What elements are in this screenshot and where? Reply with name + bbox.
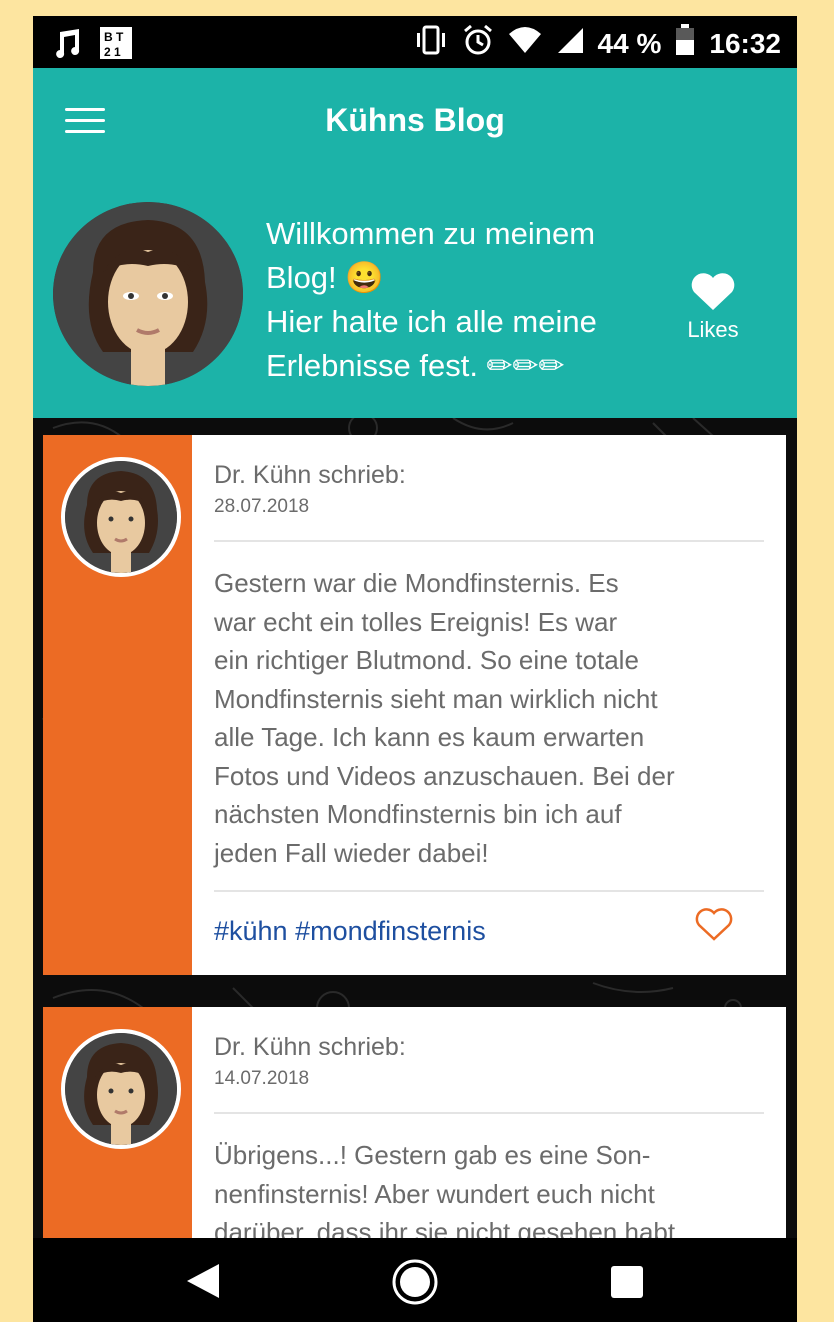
post-feed[interactable]: Dr. Kühn schrieb: 28.07.2018 Gestern war… bbox=[33, 418, 797, 1238]
svg-text:B T: B T bbox=[104, 30, 124, 44]
vibrate-icon bbox=[414, 25, 448, 62]
svg-text:2 1: 2 1 bbox=[104, 45, 121, 59]
post-card[interactable]: Dr. Kühn schrieb: 14.07.2018 Übrigens...… bbox=[43, 1007, 786, 1238]
welcome-line-1: Willkommen zu meinem bbox=[266, 216, 596, 251]
divider bbox=[214, 540, 764, 542]
battery-percent: 44 % bbox=[597, 27, 662, 59]
likes-button[interactable]: Likes bbox=[673, 272, 753, 343]
wifi-icon bbox=[508, 26, 542, 61]
post-content: Dr. Kühn schrieb: 14.07.2018 Übrigens...… bbox=[214, 1007, 764, 1238]
profile-avatar bbox=[53, 202, 243, 386]
post-body-line: ein richtiger Blutmond. So eine totale bbox=[214, 645, 639, 675]
blog-header: Willkommen zu meinem Blog! 😀 Hier halte … bbox=[33, 172, 797, 418]
divider bbox=[214, 1112, 764, 1114]
likes-label: Likes bbox=[687, 317, 739, 342]
post-body-line: darüber, dass ihr sie nicht gesehen habt bbox=[214, 1217, 676, 1238]
post-content: Dr. Kühn schrieb: 28.07.2018 Gestern war… bbox=[214, 435, 764, 962]
post-body-line: alle Tage. Ich kann es kaum erwarten bbox=[214, 722, 645, 752]
tag-link[interactable]: #kühn bbox=[214, 916, 288, 946]
post-body-line: Mondfinsternis sieht man wirklich nicht bbox=[214, 683, 658, 714]
phone-screen: B T 2 1 44 % 16:32 Kühns Blog Willkommen… bbox=[33, 16, 797, 1322]
welcome-line-3: Hier halte ich alle meine bbox=[266, 304, 597, 339]
post-body: Übrigens...! Gestern gab es eine Son- ne… bbox=[214, 1136, 764, 1238]
post-body-line: jeden Fall wieder dabei! bbox=[214, 837, 489, 868]
welcome-text: Willkommen zu meinem Blog! 😀 Hier halte … bbox=[266, 212, 666, 388]
post-date: 28.07.2018 bbox=[214, 496, 310, 517]
welcome-line-4: Erlebnisse fest. ✏✏✏ bbox=[266, 348, 565, 383]
post-body-line: nächsten Mondfinsternis bin ich auf bbox=[214, 799, 622, 829]
clock: 16:32 bbox=[709, 27, 781, 59]
recents-icon[interactable] bbox=[610, 1265, 644, 1304]
author-avatar bbox=[61, 1029, 181, 1149]
alarm-icon bbox=[462, 24, 494, 63]
back-icon[interactable] bbox=[185, 1262, 221, 1305]
bt21-icon: B T 2 1 bbox=[99, 26, 133, 65]
post-tags: #kühn #mondfinsternis bbox=[214, 916, 486, 947]
like-heart-icon[interactable] bbox=[694, 908, 734, 947]
post-body-line: Gestern war die Mondfinsternis. Es bbox=[214, 568, 619, 598]
system-nav-bar bbox=[33, 1238, 797, 1322]
tag-link[interactable]: #mondfinsternis bbox=[295, 916, 486, 946]
post-body: Gestern war die Mondfinsternis. Es war e… bbox=[214, 564, 764, 872]
app-bar: Kühns Blog bbox=[33, 68, 797, 172]
post-author: Dr. Kühn schrieb: bbox=[214, 1033, 406, 1061]
post-card[interactable]: Dr. Kühn schrieb: 28.07.2018 Gestern war… bbox=[43, 435, 786, 975]
welcome-line-2: Blog! 😀 bbox=[266, 260, 384, 295]
app-title: Kühns Blog bbox=[325, 102, 505, 138]
status-bar: B T 2 1 44 % 16:32 bbox=[33, 16, 797, 68]
battery-icon bbox=[675, 24, 695, 63]
post-date: 14.07.2018 bbox=[214, 1068, 310, 1089]
signal-icon bbox=[556, 26, 584, 61]
post-author: Dr. Kühn schrieb: bbox=[214, 461, 406, 489]
heart-icon bbox=[689, 273, 737, 316]
post-body-line: war echt ein tolles Ereignis! Es war bbox=[214, 606, 618, 637]
post-body-line: nenfinsternis! Aber wundert euch nicht bbox=[214, 1178, 655, 1209]
home-icon[interactable] bbox=[391, 1258, 439, 1311]
author-avatar bbox=[61, 457, 181, 577]
post-body-line: Übrigens...! Gestern gab es eine Son- bbox=[214, 1140, 651, 1170]
post-body-line: Fotos und Videos anzuschauen. Bei der bbox=[214, 760, 675, 791]
music-note-icon bbox=[55, 28, 81, 63]
